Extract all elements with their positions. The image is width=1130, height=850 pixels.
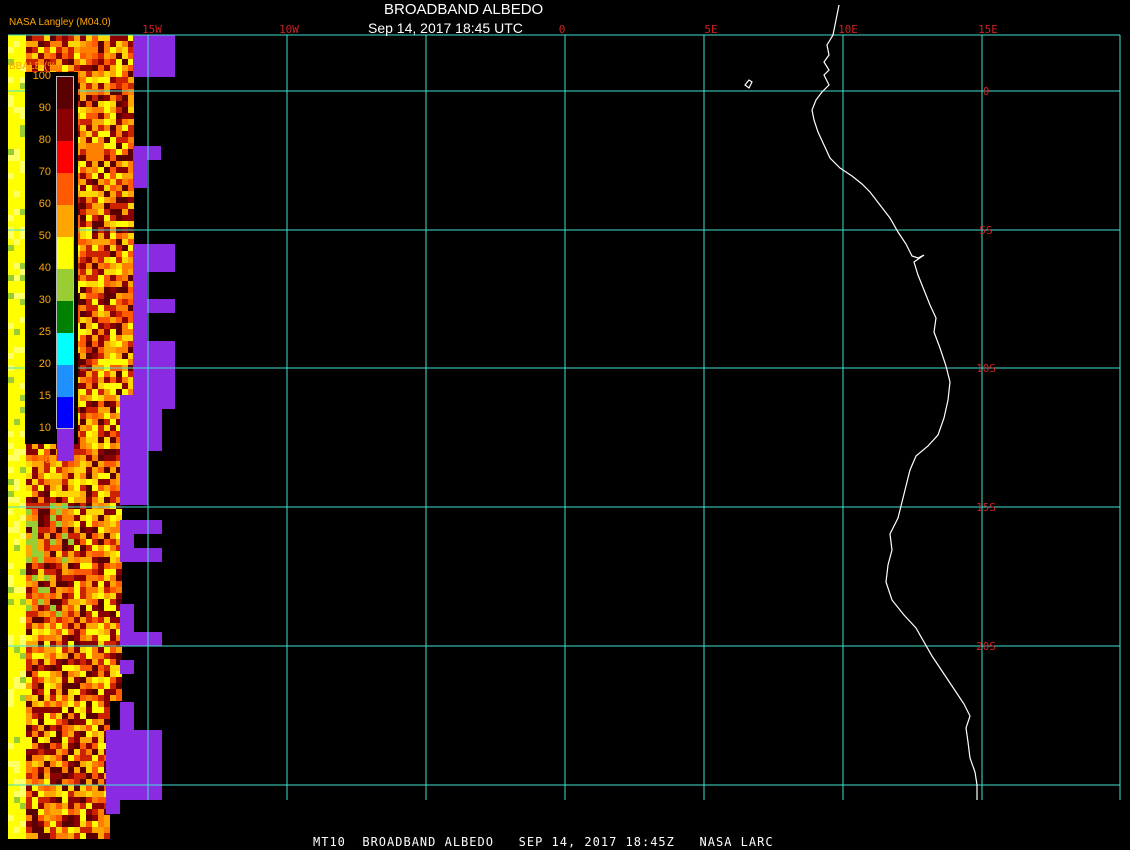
latitude-label: 0 bbox=[983, 85, 990, 98]
longitude-label: 15E bbox=[978, 23, 998, 36]
no-data-block bbox=[120, 604, 134, 632]
no-data-block bbox=[120, 548, 162, 562]
island-outline bbox=[744, 79, 753, 89]
legend-label: 30 bbox=[38, 294, 51, 306]
legend-label: 15 bbox=[38, 390, 51, 402]
legend-label: 80 bbox=[38, 134, 51, 146]
no-data-block bbox=[133, 35, 175, 77]
no-data-block bbox=[120, 534, 134, 548]
longitude-label: 10W bbox=[279, 23, 299, 36]
footer-caption: MT10 BROADBAND ALBEDO SEP 14, 2017 18:45… bbox=[313, 835, 774, 849]
lat-lon-grid bbox=[8, 34, 1121, 800]
legend-frame bbox=[56, 76, 74, 429]
legend-label: 25 bbox=[38, 326, 51, 338]
no-data-block bbox=[106, 786, 162, 800]
legend-label: 20 bbox=[38, 358, 51, 370]
latitude-label: 20S bbox=[976, 640, 996, 653]
longitude-label: 5E bbox=[704, 23, 717, 36]
latitude-label: 15S bbox=[976, 501, 996, 514]
longitude-label: 10E bbox=[838, 23, 858, 36]
no-data-block bbox=[133, 299, 175, 313]
albedo-map: 15W 10W 0 5E 10E 15E 0 5S 10S 15S 20S bbox=[8, 4, 1121, 839]
latitude-label: 5S bbox=[979, 224, 992, 237]
no-data-block bbox=[106, 800, 120, 814]
legend-swatch bbox=[57, 429, 74, 461]
legend-label: 60 bbox=[38, 198, 51, 210]
legend-label: 70 bbox=[38, 166, 51, 178]
legend-label: 100 bbox=[32, 70, 51, 82]
no-data-block bbox=[148, 409, 162, 451]
no-data-block bbox=[133, 244, 175, 272]
no-data-block bbox=[120, 632, 162, 646]
map-title: BROADBAND ALBEDO bbox=[384, 1, 544, 18]
no-data-block bbox=[120, 520, 162, 534]
legend-label: 90 bbox=[38, 102, 51, 114]
no-data-block bbox=[120, 660, 134, 674]
legend-label: 0 bbox=[44, 454, 51, 466]
coastline bbox=[811, 4, 978, 800]
longitude-label: 0 bbox=[559, 23, 566, 36]
no-data-block bbox=[120, 702, 134, 730]
no-data-block bbox=[133, 272, 147, 300]
provider-label: NASA Langley (M04.0) bbox=[9, 17, 111, 28]
legend-label: 10 bbox=[38, 422, 51, 434]
legend-label: 50 bbox=[38, 230, 51, 242]
grid-labels: 15W 10W 0 5E 10E 15E 0 5S 10S 15S 20S bbox=[142, 23, 998, 653]
no-data-block bbox=[133, 160, 147, 188]
map-timestamp: Sep 14, 2017 18:45 UTC bbox=[368, 20, 523, 36]
latitude-label: 10S bbox=[976, 362, 996, 375]
longitude-label: 15W bbox=[142, 23, 162, 36]
no-data-block bbox=[133, 146, 161, 160]
no-data-block bbox=[120, 395, 148, 505]
legend-label: 40 bbox=[38, 262, 51, 274]
no-data-block bbox=[106, 730, 162, 786]
no-data-block bbox=[133, 313, 147, 341]
